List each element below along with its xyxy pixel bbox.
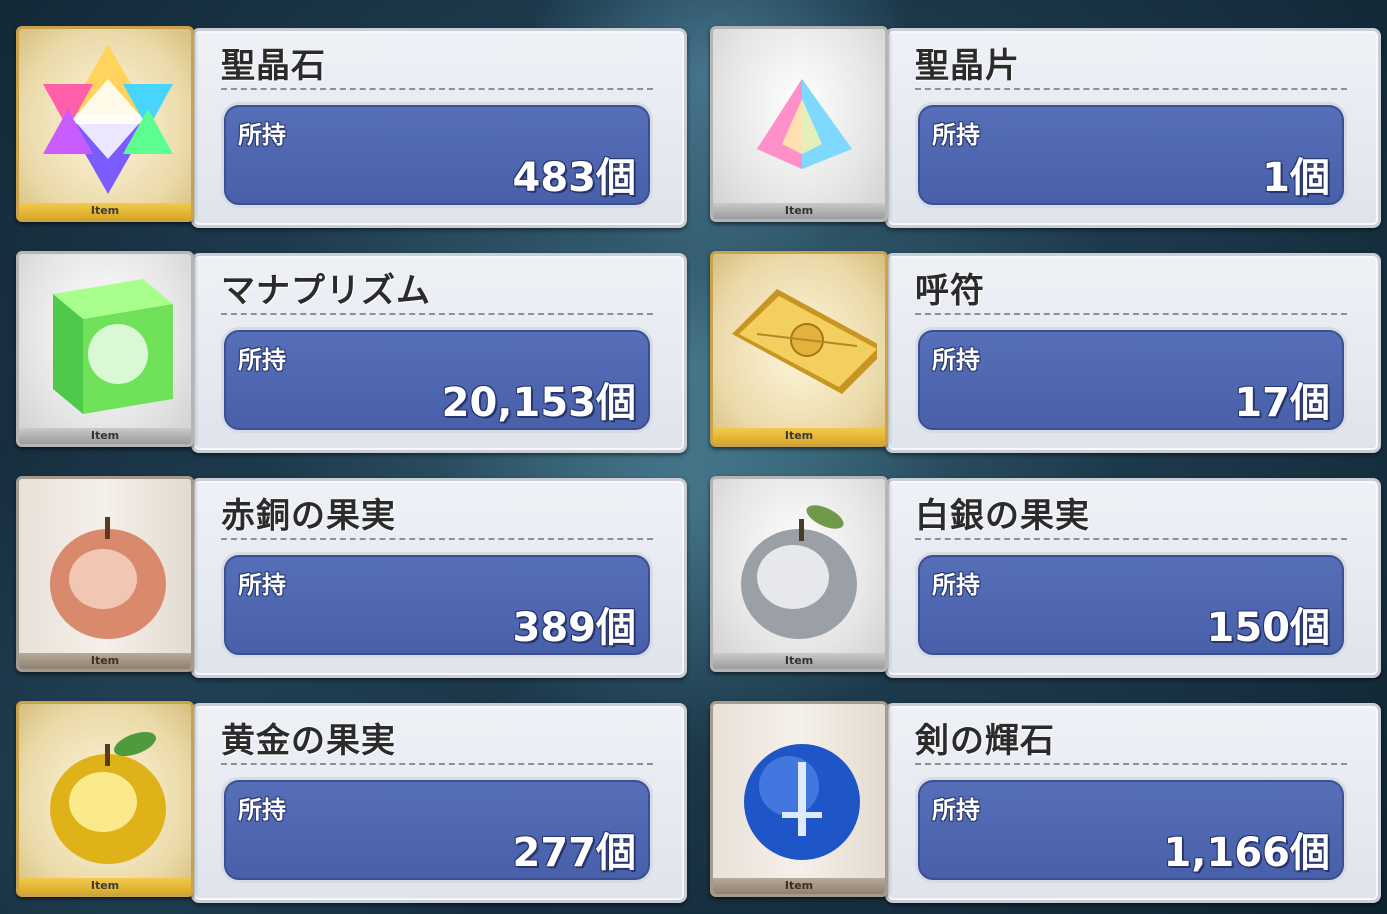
item-name: 聖晶片 bbox=[915, 46, 1020, 86]
divider bbox=[915, 763, 1347, 765]
item-thumbnail: Item bbox=[16, 701, 194, 897]
divider bbox=[221, 88, 653, 90]
owned-label: 所持 bbox=[932, 796, 980, 824]
owned-label: 所持 bbox=[932, 346, 980, 374]
item-card-saint-quartz[interactable]: Item 聖晶石 所持 483個 bbox=[16, 26, 687, 228]
item-thumbnail: Item bbox=[710, 476, 888, 672]
saint-quartz-icon bbox=[43, 44, 173, 194]
item-thumbnail: Item bbox=[710, 701, 888, 897]
item-name: 聖晶石 bbox=[221, 46, 326, 86]
golden-apple-icon bbox=[50, 731, 166, 864]
owned-label: 所持 bbox=[932, 121, 980, 149]
mana-prism-icon bbox=[53, 279, 173, 414]
divider bbox=[915, 538, 1347, 540]
item-card-summon-ticket[interactable]: Item 呼符 所持 17個 bbox=[710, 251, 1381, 453]
item-name: 黄金の果実 bbox=[221, 721, 396, 761]
item-type-tag: Item bbox=[713, 653, 885, 669]
summon-ticket-icon bbox=[732, 289, 877, 394]
owned-count: 1個 bbox=[1262, 155, 1330, 201]
item-thumbnail: Item bbox=[16, 26, 194, 222]
divider bbox=[221, 763, 653, 765]
owned-count-box: 所持 389個 bbox=[221, 552, 653, 658]
item-thumbnail: Item bbox=[710, 251, 888, 447]
item-type-tag: Item bbox=[713, 428, 885, 444]
owned-count-box: 所持 17個 bbox=[915, 327, 1347, 433]
owned-count: 1,166個 bbox=[1163, 830, 1330, 876]
saber-gem-icon bbox=[744, 744, 860, 860]
item-name: マナプリズム bbox=[221, 271, 431, 311]
owned-count-box: 所持 483個 bbox=[221, 102, 653, 208]
owned-count-box: 所持 20,153個 bbox=[221, 327, 653, 433]
owned-label: 所持 bbox=[238, 346, 286, 374]
item-thumbnail: Item bbox=[16, 476, 194, 672]
item-name: 剣の輝石 bbox=[915, 721, 1055, 761]
item-type-tag: Item bbox=[713, 878, 885, 894]
owned-label: 所持 bbox=[238, 796, 286, 824]
divider bbox=[915, 313, 1347, 315]
divider bbox=[221, 313, 653, 315]
item-type-tag: Item bbox=[713, 203, 885, 219]
owned-count: 150個 bbox=[1206, 605, 1331, 651]
item-card-bronze-apple[interactable]: Item 赤銅の果実 所持 389個 bbox=[16, 476, 687, 678]
item-name: 白銀の果実 bbox=[915, 496, 1090, 536]
owned-count: 20,153個 bbox=[441, 380, 636, 426]
divider bbox=[915, 88, 1347, 90]
owned-count-box: 所持 1,166個 bbox=[915, 777, 1347, 883]
item-thumbnail: Item bbox=[710, 26, 888, 222]
item-type-tag: Item bbox=[19, 203, 191, 219]
owned-label: 所持 bbox=[238, 121, 286, 149]
divider bbox=[221, 538, 653, 540]
owned-count-box: 所持 150個 bbox=[915, 552, 1347, 658]
item-card-mana-prism[interactable]: Item マナプリズム 所持 20,153個 bbox=[16, 251, 687, 453]
owned-count: 277個 bbox=[512, 830, 637, 876]
saint-quartz-fragment-icon bbox=[757, 79, 852, 169]
item-card-saber-gem[interactable]: Item 剣の輝石 所持 1,166個 bbox=[710, 701, 1381, 903]
owned-count: 483個 bbox=[512, 155, 637, 201]
item-name: 呼符 bbox=[915, 271, 985, 311]
owned-label: 所持 bbox=[932, 571, 980, 599]
owned-count: 389個 bbox=[512, 605, 637, 651]
item-thumbnail: Item bbox=[16, 251, 194, 447]
item-type-tag: Item bbox=[19, 428, 191, 444]
owned-label: 所持 bbox=[238, 571, 286, 599]
silver-apple-icon bbox=[741, 505, 857, 639]
owned-count: 17個 bbox=[1234, 380, 1330, 426]
bronze-apple-icon bbox=[50, 517, 166, 639]
owned-count-box: 所持 1個 bbox=[915, 102, 1347, 208]
item-name: 赤銅の果実 bbox=[221, 496, 396, 536]
item-card-saint-quartz-fragment[interactable]: Item 聖晶片 所持 1個 bbox=[710, 26, 1381, 228]
owned-count-box: 所持 277個 bbox=[221, 777, 653, 883]
item-type-tag: Item bbox=[19, 653, 191, 669]
item-card-golden-apple[interactable]: Item 黄金の果実 所持 277個 bbox=[16, 701, 687, 903]
item-type-tag: Item bbox=[19, 878, 191, 894]
item-card-silver-apple[interactable]: Item 白銀の果実 所持 150個 bbox=[710, 476, 1381, 678]
